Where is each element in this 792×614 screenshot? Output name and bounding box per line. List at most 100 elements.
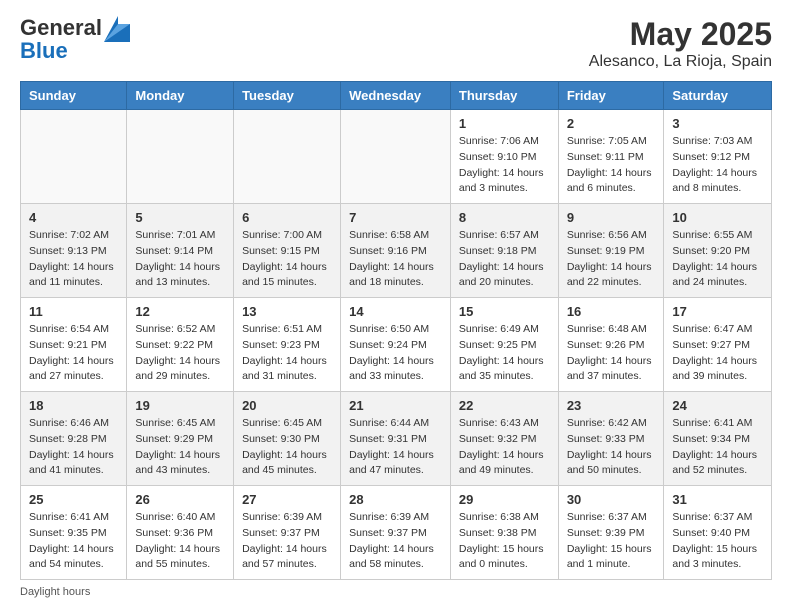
day-info: Sunrise: 6:55 AM Sunset: 9:20 PM Dayligh… bbox=[672, 228, 763, 291]
calendar-cell: 19Sunrise: 6:45 AM Sunset: 9:29 PM Dayli… bbox=[127, 392, 234, 486]
day-number: 7 bbox=[349, 210, 442, 225]
day-number: 4 bbox=[29, 210, 118, 225]
day-info: Sunrise: 6:54 AM Sunset: 9:21 PM Dayligh… bbox=[29, 322, 118, 385]
day-number: 18 bbox=[29, 398, 118, 413]
day-info: Sunrise: 7:02 AM Sunset: 9:13 PM Dayligh… bbox=[29, 228, 118, 291]
day-number: 5 bbox=[135, 210, 225, 225]
day-number: 16 bbox=[567, 304, 656, 319]
calendar-cell: 17 Sunrise: 6:47 AM Sunset: 9:27 PM Dayli… bbox=[664, 298, 772, 392]
col-sunday: Sunday bbox=[21, 82, 127, 110]
day-number: 11 bbox=[29, 304, 118, 319]
day-number: 26 bbox=[135, 492, 225, 507]
day-number: 13 bbox=[242, 304, 332, 319]
calendar-cell: 15Sunrise: 6:49 AM Sunset: 9:25 PM Dayli… bbox=[450, 298, 558, 392]
day-info: Sunrise: 6:40 AM Sunset: 9:36 PM Dayligh… bbox=[135, 510, 225, 573]
col-tuesday: Tuesday bbox=[234, 82, 341, 110]
calendar-cell: 29 Sunrise: 6:38 AM Sunset: 9:38 PM Dayli… bbox=[450, 486, 558, 580]
logo: General Blue bbox=[20, 16, 130, 64]
calendar-cell: 10 Sunrise: 6:55 AM Sunset: 9:20 PM Dayli… bbox=[664, 204, 772, 298]
day-number: 21 bbox=[349, 398, 442, 413]
calendar-cell: 24Sunrise: 6:41 AM Sunset: 9:34 PM Dayli… bbox=[664, 392, 772, 486]
day-info: Sunrise: 6:45 AM Sunset: 9:30 PM Dayligh… bbox=[242, 416, 332, 479]
calendar-cell: 1 Sunrise: 7:06 AM Sunset: 9:10 PM Daylig… bbox=[450, 110, 558, 204]
day-info: Sunrise: 6:46 AM Sunset: 9:28 PM Dayligh… bbox=[29, 416, 118, 479]
calendar-cell bbox=[127, 110, 234, 204]
page: General Blue May 2025 Alesanco, La Rioja… bbox=[0, 0, 792, 614]
day-number: 30 bbox=[567, 492, 656, 507]
day-info: Sunrise: 7:05 AM Sunset: 9:11 PM Dayligh… bbox=[567, 134, 656, 197]
calendar-cell: 8 Sunrise: 6:57 AM Sunset: 9:18 PM Daylig… bbox=[450, 204, 558, 298]
day-info: Sunrise: 6:48 AM Sunset: 9:26 PM Dayligh… bbox=[567, 322, 656, 385]
day-number: 20 bbox=[242, 398, 332, 413]
calendar-cell bbox=[21, 110, 127, 204]
calendar-cell: 11 Sunrise: 6:54 AM Sunset: 9:21 PM Dayli… bbox=[21, 298, 127, 392]
footer: Daylight hours bbox=[20, 586, 772, 598]
day-number: 28 bbox=[349, 492, 442, 507]
calendar-table: Sunday Monday Tuesday Wednesday Thursday… bbox=[20, 81, 772, 580]
calendar-cell: 6 Sunrise: 7:00 AM Sunset: 9:15 PM Daylig… bbox=[234, 204, 341, 298]
day-info: Sunrise: 6:37 AM Sunset: 9:40 PM Dayligh… bbox=[672, 510, 763, 573]
day-info: Sunrise: 6:45 AM Sunset: 9:29 PM Dayligh… bbox=[135, 416, 225, 479]
day-number: 27 bbox=[242, 492, 332, 507]
calendar-cell: 5Sunrise: 7:01 AM Sunset: 9:14 PM Daylig… bbox=[127, 204, 234, 298]
day-info: Sunrise: 6:38 AM Sunset: 9:38 PM Dayligh… bbox=[459, 510, 550, 573]
day-number: 2 bbox=[567, 116, 656, 131]
calendar-cell: 26 Sunrise: 6:40 AM Sunset: 9:36 PM Dayli… bbox=[127, 486, 234, 580]
day-number: 31 bbox=[672, 492, 763, 507]
col-saturday: Saturday bbox=[664, 82, 772, 110]
day-number: 10 bbox=[672, 210, 763, 225]
day-info: Sunrise: 7:03 AM Sunset: 9:12 PM Dayligh… bbox=[672, 134, 763, 197]
day-info: Sunrise: 6:57 AM Sunset: 9:18 PM Dayligh… bbox=[459, 228, 550, 291]
day-info: Sunrise: 6:58 AM Sunset: 9:16 PM Dayligh… bbox=[349, 228, 442, 291]
day-number: 9 bbox=[567, 210, 656, 225]
day-info: Sunrise: 7:00 AM Sunset: 9:15 PM Dayligh… bbox=[242, 228, 332, 291]
day-number: 23 bbox=[567, 398, 656, 413]
col-wednesday: Wednesday bbox=[341, 82, 451, 110]
day-info: Sunrise: 7:06 AM Sunset: 9:10 PM Dayligh… bbox=[459, 134, 550, 197]
day-info: Sunrise: 6:39 AM Sunset: 9:37 PM Dayligh… bbox=[242, 510, 332, 573]
calendar-cell: 25 Sunrise: 6:41 AM Sunset: 9:35 PM Dayli… bbox=[21, 486, 127, 580]
calendar-cell: 16 Sunrise: 6:48 AM Sunset: 9:26 PM Dayli… bbox=[558, 298, 664, 392]
calendar-cell: 22Sunrise: 6:43 AM Sunset: 9:32 PM Dayli… bbox=[450, 392, 558, 486]
calendar-cell: 23 Sunrise: 6:42 AM Sunset: 9:33 PM Dayli… bbox=[558, 392, 664, 486]
col-monday: Monday bbox=[127, 82, 234, 110]
day-number: 1 bbox=[459, 116, 550, 131]
day-info: Sunrise: 6:47 AM Sunset: 9:27 PM Dayligh… bbox=[672, 322, 763, 385]
week-row-3: 11 Sunrise: 6:54 AM Sunset: 9:21 PM Dayli… bbox=[21, 298, 772, 392]
day-number: 22 bbox=[459, 398, 550, 413]
day-info: Sunrise: 6:44 AM Sunset: 9:31 PM Dayligh… bbox=[349, 416, 442, 479]
calendar-cell: 2 Sunrise: 7:05 AM Sunset: 9:11 PM Daylig… bbox=[558, 110, 664, 204]
day-number: 3 bbox=[672, 116, 763, 131]
calendar-cell: 4 Sunrise: 7:02 AM Sunset: 9:13 PM Daylig… bbox=[21, 204, 127, 298]
calendar-title: May 2025 bbox=[589, 16, 772, 53]
day-number: 6 bbox=[242, 210, 332, 225]
day-number: 12 bbox=[135, 304, 225, 319]
calendar-cell: 30 Sunrise: 6:37 AM Sunset: 9:39 PM Dayli… bbox=[558, 486, 664, 580]
day-info: Sunrise: 6:51 AM Sunset: 9:23 PM Dayligh… bbox=[242, 322, 332, 385]
header: General Blue May 2025 Alesanco, La Rioja… bbox=[20, 16, 772, 71]
day-info: Sunrise: 6:42 AM Sunset: 9:33 PM Dayligh… bbox=[567, 416, 656, 479]
calendar-cell bbox=[234, 110, 341, 204]
col-friday: Friday bbox=[558, 82, 664, 110]
col-thursday: Thursday bbox=[450, 82, 558, 110]
day-number: 14 bbox=[349, 304, 442, 319]
day-number: 17 bbox=[672, 304, 763, 319]
day-info: Sunrise: 6:50 AM Sunset: 9:24 PM Dayligh… bbox=[349, 322, 442, 385]
day-info: Sunrise: 6:41 AM Sunset: 9:35 PM Dayligh… bbox=[29, 510, 118, 573]
day-number: 25 bbox=[29, 492, 118, 507]
day-number: 8 bbox=[459, 210, 550, 225]
day-info: Sunrise: 6:41 AM Sunset: 9:34 PM Dayligh… bbox=[672, 416, 763, 479]
day-info: Sunrise: 6:37 AM Sunset: 9:39 PM Dayligh… bbox=[567, 510, 656, 573]
calendar-cell: 27 Sunrise: 6:39 AM Sunset: 9:37 PM Dayli… bbox=[234, 486, 341, 580]
calendar-cell: 3 Sunrise: 7:03 AM Sunset: 9:12 PM Daylig… bbox=[664, 110, 772, 204]
day-info: Sunrise: 6:39 AM Sunset: 9:37 PM Dayligh… bbox=[349, 510, 442, 573]
week-row-4: 18 Sunrise: 6:46 AM Sunset: 9:28 PM Dayli… bbox=[21, 392, 772, 486]
calendar-subtitle: Alesanco, La Rioja, Spain bbox=[589, 53, 772, 71]
week-row-1: 1 Sunrise: 7:06 AM Sunset: 9:10 PM Daylig… bbox=[21, 110, 772, 204]
day-number: 29 bbox=[459, 492, 550, 507]
calendar-cell bbox=[341, 110, 451, 204]
week-row-2: 4 Sunrise: 7:02 AM Sunset: 9:13 PM Daylig… bbox=[21, 204, 772, 298]
day-number: 15 bbox=[459, 304, 550, 319]
calendar-cell: 13 Sunrise: 6:51 AM Sunset: 9:23 PM Dayli… bbox=[234, 298, 341, 392]
calendar-cell: 31 Sunrise: 6:37 AM Sunset: 9:40 PM Dayli… bbox=[664, 486, 772, 580]
